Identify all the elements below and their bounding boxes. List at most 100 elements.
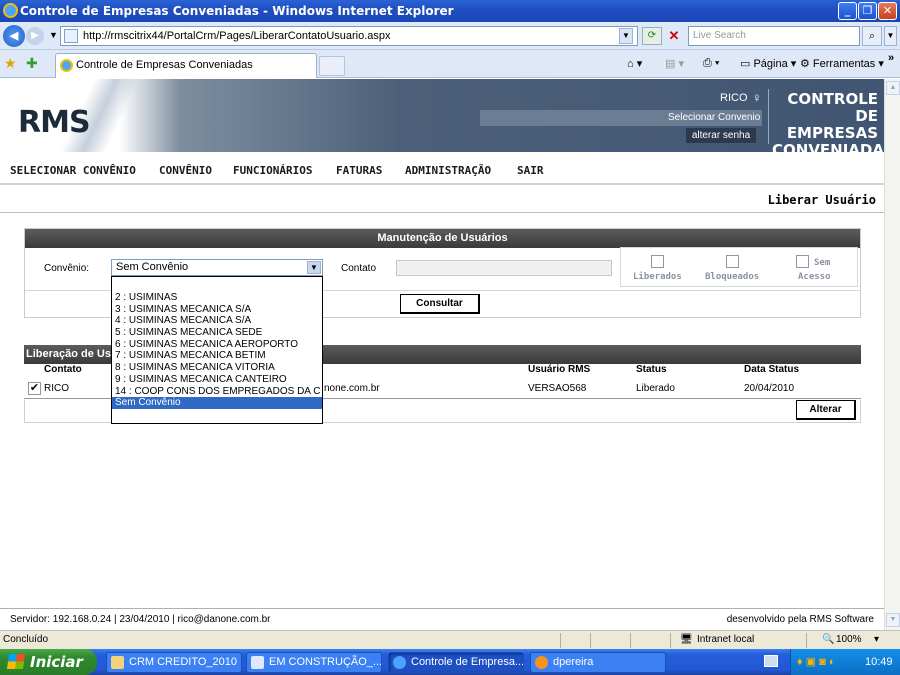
new-tab-button[interactable]: [319, 56, 345, 76]
search-icon[interactable]: ⌕: [862, 26, 882, 46]
favorites-star-icon[interactable]: ★: [4, 55, 17, 72]
start-label: Iniciar: [30, 653, 83, 671]
task-controle-empresa[interactable]: Controle de Empresa...: [388, 652, 524, 673]
logo: RMS: [18, 105, 91, 140]
status-divider: [670, 633, 671, 648]
dropdown-option[interactable]: 8 : USIMINAS MECANICA VITORIA: [112, 362, 322, 374]
minimize-button[interactable]: _: [838, 2, 857, 20]
col-data-status: Data Status: [744, 364, 800, 375]
contato-input[interactable]: [396, 260, 612, 276]
keyboard-icon[interactable]: [764, 655, 778, 667]
task-crm-credito[interactable]: CRM CREDITO_2010: [106, 652, 242, 673]
user-name: RICO: [720, 92, 748, 104]
add-favorites-icon[interactable]: ✚: [26, 55, 38, 72]
home-icon[interactable]: ⌂ ▾: [627, 57, 642, 70]
messenger-icon: [535, 656, 548, 669]
contato-label: Contato: [341, 263, 377, 274]
stop-button[interactable]: ✕: [665, 27, 683, 45]
menu-selecionar-convenio[interactable]: SELECIONAR CONVÊNIO: [10, 164, 136, 177]
dropdown-option[interactable]: 9 : USIMINAS MECANICA CANTEIRO: [112, 374, 322, 386]
refresh-button[interactable]: ⟳: [642, 27, 662, 45]
convenio-selected-value: Sem Convênio: [116, 261, 189, 273]
clock[interactable]: 10:49: [865, 649, 893, 675]
forward-button[interactable]: ▶: [26, 27, 44, 45]
status-divider: [590, 633, 591, 648]
menu-sair[interactable]: SAIR: [517, 164, 544, 177]
status-text: Concluído: [3, 634, 49, 645]
select-convenio-link[interactable]: Selecionar Convenio: [668, 112, 760, 123]
maximize-button[interactable]: ❐: [858, 2, 877, 20]
dropdown-option[interactable]: 5 : USIMINAS MECANICA SEDE: [112, 327, 322, 339]
zone-label: Intranet local: [697, 634, 755, 645]
history-dropdown[interactable]: ▼: [49, 30, 58, 40]
print-icon[interactable]: ⎙ ▾: [703, 57, 719, 70]
menu-faturas[interactable]: FATURAS: [336, 164, 382, 177]
row-checkbox[interactable]: ✔: [28, 382, 41, 395]
alterar-button[interactable]: Alterar: [796, 400, 856, 420]
window-titlebar: Controle de Empresas Conveniadas - Windo…: [0, 0, 900, 22]
consultar-button[interactable]: Consultar: [400, 294, 480, 314]
bloqueados-checkbox[interactable]: [726, 255, 739, 268]
task-dpereira[interactable]: dpereira: [530, 652, 666, 673]
dropdown-option[interactable]: 2 : USIMINAS: [112, 292, 322, 304]
sem-acesso-checkbox[interactable]: [796, 255, 809, 268]
ie-icon: [3, 3, 18, 18]
menu-administracao[interactable]: ADMINISTRAÇÃO: [405, 164, 491, 177]
col-status: Status: [636, 364, 667, 375]
liberados-label: Liberados: [633, 272, 682, 282]
status-divider: [630, 633, 631, 648]
col-usuario-rms: Usuário RMS: [528, 364, 591, 375]
folder-icon: [111, 656, 124, 669]
tray-icons[interactable]: ♦ ▣ ◙ ◐: [797, 649, 835, 675]
search-dropdown[interactable]: ▼: [884, 26, 897, 46]
convenio-dropdown-list[interactable]: 2 : USIMINAS 3 : USIMINAS MECANICA S/A 4…: [111, 276, 323, 424]
tools-menu[interactable]: ⚙ Ferramentas ▾: [800, 57, 884, 70]
menu-funcionarios[interactable]: FUNCIONÁRIOS: [233, 164, 312, 177]
search-input[interactable]: Live Search: [688, 26, 860, 46]
window-title: Controle de Empresas Conveniadas - Windo…: [20, 4, 454, 18]
close-button[interactable]: ✕: [878, 2, 897, 20]
tools-menu-label: Ferramentas: [812, 58, 876, 70]
sem-label: Sem: [814, 258, 831, 268]
dropdown-option[interactable]: 4 : USIMINAS MECANICA S/A: [112, 315, 322, 327]
task-label: CRM CREDITO_2010: [129, 656, 237, 668]
dropdown-option[interactable]: 6 : USIMINAS MECANICA AEROPORTO: [112, 339, 322, 351]
brand-line-2: DE EMPRESAS: [786, 107, 878, 142]
zoom-level[interactable]: 100%: [836, 631, 862, 649]
convenio-select[interactable]: Sem Convênio ▼: [111, 259, 323, 276]
feeds-icon[interactable]: ▤ ▾: [665, 57, 684, 70]
status-divider: [560, 633, 561, 648]
tab-current[interactable]: Controle de Empresas Conveniadas: [55, 53, 317, 78]
brand-line-3: CONVENIADAS: [772, 141, 884, 159]
task-em-construcao[interactable]: EM CONSTRUÇÃO_...: [246, 652, 382, 673]
address-bar: ◀ ▶ ▼ http://rmscitrix44/PortalCrm/Pages…: [0, 22, 900, 50]
dropdown-option[interactable]: 3 : USIMINAS MECANICA S/A: [112, 304, 322, 316]
dropdown-option-selected[interactable]: Sem Convênio: [112, 397, 322, 409]
url-field[interactable]: http://rmscitrix44/PortalCrm/Pages/Liber…: [60, 26, 638, 46]
page-icon: [64, 29, 78, 43]
scroll-down-icon[interactable]: ▼: [886, 613, 900, 627]
back-button[interactable]: ◀: [3, 25, 25, 47]
scroll-up-icon[interactable]: ▲: [886, 81, 900, 95]
divider: [0, 212, 884, 213]
chevron-down-icon[interactable]: ▼: [307, 261, 321, 274]
vertical-scrollbar[interactable]: ▲ ▼: [884, 79, 900, 630]
change-password-link[interactable]: alterar senha: [686, 128, 756, 143]
dropdown-option[interactable]: 14 : COOP CONS DOS EMPREGADOS DA C: [112, 386, 322, 398]
start-button[interactable]: Iniciar: [0, 649, 97, 675]
page-title: Liberar Usuário: [767, 193, 876, 207]
liberados-checkbox[interactable]: [651, 255, 664, 268]
convenio-label: Convênio:: [44, 263, 90, 274]
dropdown-option[interactable]: 7 : USIMINAS MECANICA BETIM: [112, 350, 322, 362]
page-menu[interactable]: ▭ Página ▾: [740, 57, 796, 70]
zoom-icon: 🔍: [822, 634, 835, 645]
url-dropdown[interactable]: ▼: [619, 28, 633, 44]
menu-convenio[interactable]: CONVÊNIO: [159, 164, 212, 177]
status-filter-group: Liberados Bloqueados Sem Acesso: [620, 247, 858, 287]
chevron-right-icon[interactable]: »: [888, 52, 894, 64]
footer-info: Servidor: 192.168.0.24 | 23/04/2010 | ri…: [10, 614, 271, 625]
acesso-label: Acesso: [798, 272, 831, 282]
zoom-dropdown-icon[interactable]: ▾: [874, 631, 879, 649]
divider: [0, 183, 884, 185]
task-label: EM CONSTRUÇÃO_...: [269, 656, 382, 668]
